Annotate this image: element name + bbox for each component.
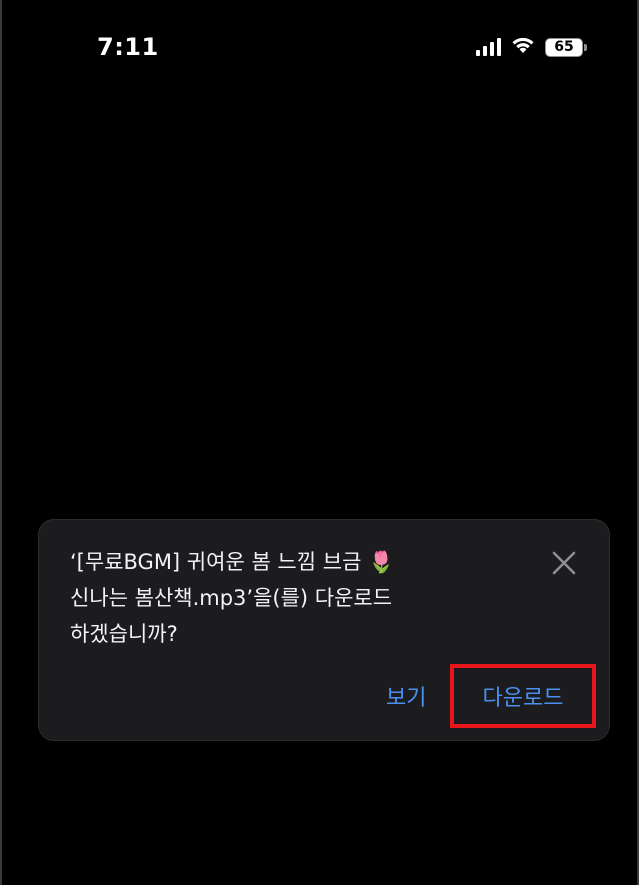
screen: 7:11 65 ‘[무료BGM] 귀여운 봄 느낌 브금 🌷 신나는 봄산책.m…	[0, 0, 639, 885]
dialog-message: ‘[무료BGM] 귀여운 봄 느낌 브금 🌷 신나는 봄산책.mp3’을(를) …	[70, 550, 395, 646]
status-icons: 65	[476, 36, 587, 58]
status-time: 7:11	[97, 33, 159, 61]
status-bar: 7:11 65	[2, 30, 637, 66]
wifi-icon	[511, 36, 535, 58]
download-button[interactable]: 다운로드	[450, 664, 596, 728]
battery-icon: 65	[545, 37, 587, 57]
download-dialog: ‘[무료BGM] 귀여운 봄 느낌 브금 🌷 신나는 봄산책.mp3’을(를) …	[38, 519, 610, 741]
download-button-label: 다운로드	[482, 686, 564, 711]
close-icon[interactable]	[549, 548, 579, 578]
battery-level: 65	[545, 37, 583, 57]
signal-icon	[476, 38, 501, 56]
view-button[interactable]: 보기	[386, 680, 426, 712]
